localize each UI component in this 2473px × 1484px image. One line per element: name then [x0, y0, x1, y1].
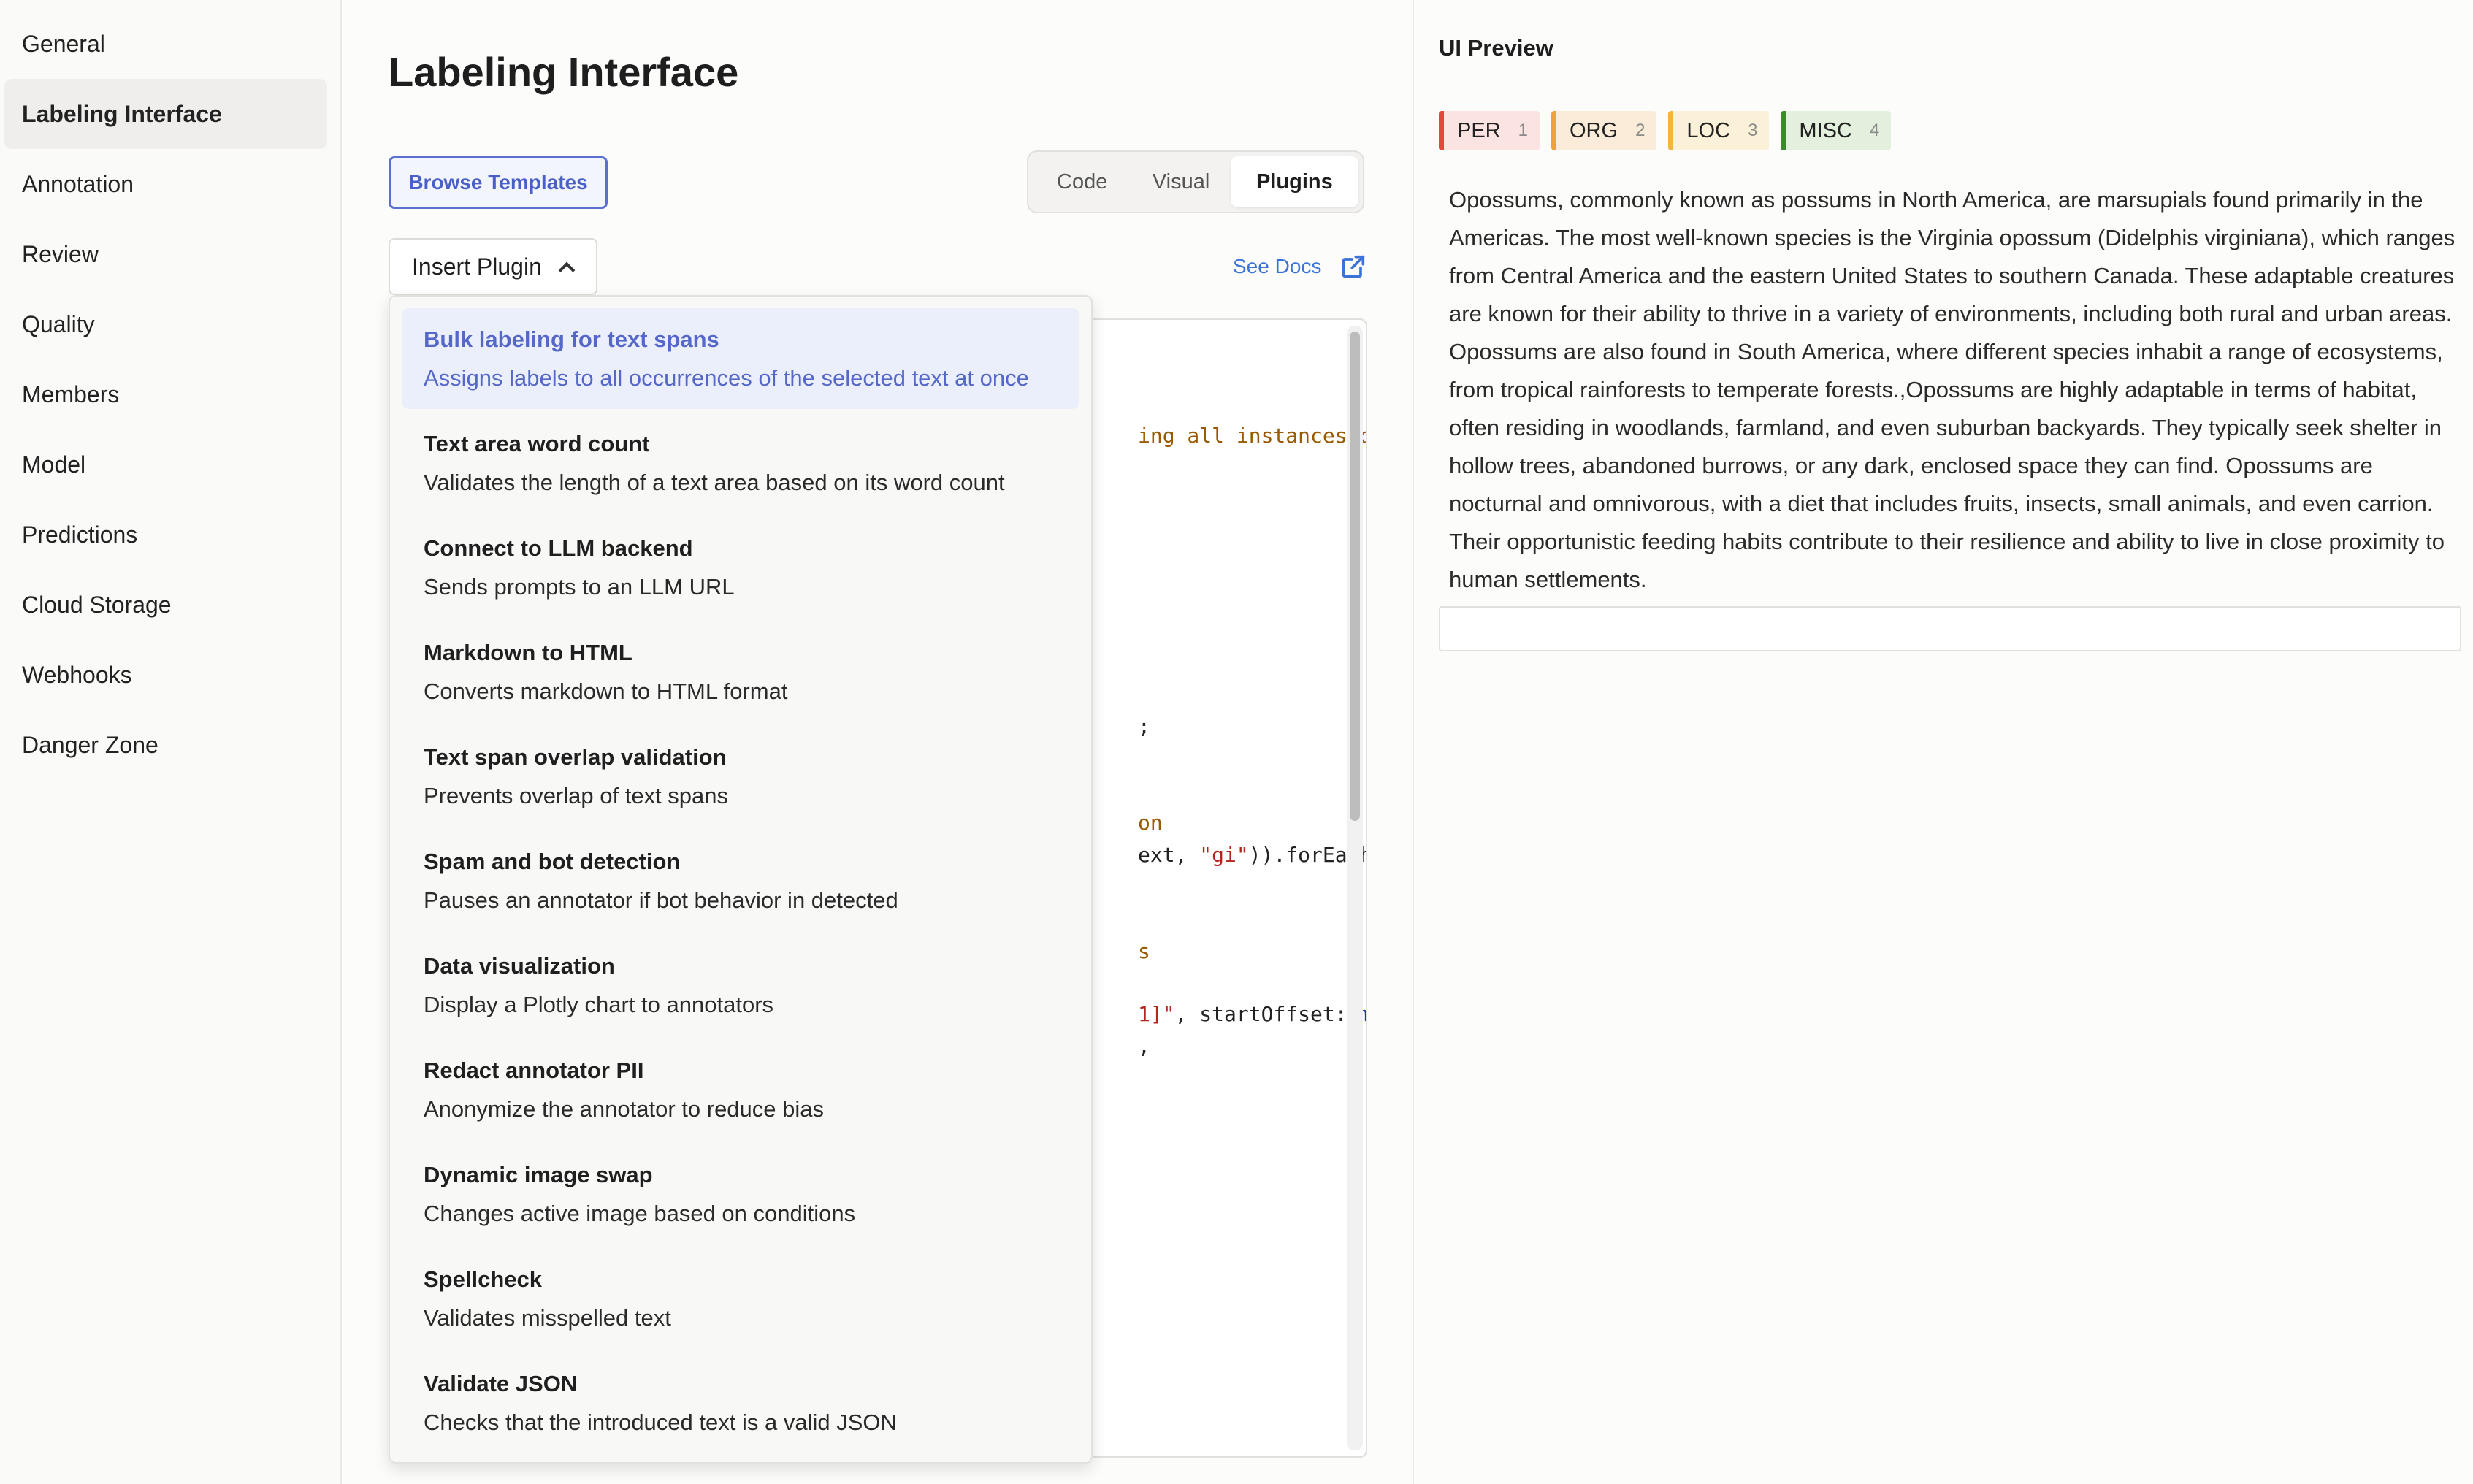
- code-line: ext, "gi")).forEach(: [1138, 843, 1366, 867]
- plugin-option-title: Spellcheck: [424, 1266, 542, 1292]
- tab-plugins[interactable]: Plugins: [1230, 156, 1358, 207]
- plugin-option-description: Checks that the introduced text is a val…: [424, 1410, 897, 1435]
- label-name: ORG: [1570, 119, 1618, 142]
- sidebar-item-general[interactable]: General: [4, 9, 327, 79]
- code-line: 1]", startOffset: m.: [1138, 1002, 1366, 1026]
- labeling-config-panel: Labeling Interface Browse Templates Code…: [343, 0, 1413, 1484]
- label-chip-loc[interactable]: LOC 3: [1668, 111, 1770, 150]
- sidebar-item-labeling-interface[interactable]: Labeling Interface: [4, 79, 327, 149]
- code-line: on: [1138, 811, 1163, 835]
- plugin-option-description: Changes active image based on conditions: [424, 1201, 856, 1226]
- plugin-option-span-overlap[interactable]: Text span overlap validation Prevents ov…: [402, 726, 1079, 827]
- ui-preview-panel: UI Preview PER 1 ORG 2 LOC 3 MISC 4 Opos…: [1413, 0, 2473, 1484]
- plugin-option-title: Connect to LLM backend: [424, 535, 693, 561]
- code-line: ;: [1138, 714, 1150, 738]
- editor-mode-tabs: Code Visual Plugins: [1027, 150, 1364, 213]
- plugin-option-description: Pauses an annotator if bot behavior in d…: [424, 887, 898, 913]
- plugin-option-image-swap[interactable]: Dynamic image swap Changes active image …: [402, 1144, 1079, 1244]
- plugin-option-description: Assigns labels to all occurrences of the…: [424, 365, 1029, 391]
- browse-templates-button[interactable]: Browse Templates: [389, 156, 608, 209]
- label-hotkey: 3: [1748, 121, 1758, 140]
- preview-title: UI Preview: [1439, 35, 1553, 61]
- label-name: LOC: [1686, 119, 1731, 142]
- plugin-option-spam-bot[interactable]: Spam and bot detection Pauses an annotat…: [402, 830, 1079, 931]
- code-token: 1]": [1138, 1002, 1175, 1026]
- plugin-option-redact-pii[interactable]: Redact annotator PII Anonymize the annot…: [402, 1039, 1079, 1140]
- sidebar-item-members[interactable]: Members: [4, 359, 327, 429]
- label-name: PER: [1457, 119, 1501, 142]
- plugin-option-description: Prevents overlap of text spans: [424, 783, 729, 808]
- plugin-option-description: Validates the length of a text area base…: [424, 470, 1005, 495]
- plugin-option-bulk-labeling[interactable]: Bulk labeling for text spans Assigns lab…: [402, 308, 1079, 409]
- editor-scrollbar[interactable]: [1347, 326, 1363, 1450]
- plugin-option-title: Dynamic image swap: [424, 1162, 653, 1187]
- code-line: ,: [1138, 1034, 1150, 1058]
- insert-plugin-menu: Bulk labeling for text spans Assigns lab…: [389, 295, 1093, 1464]
- plugin-option-title: Bulk labeling for text spans: [424, 326, 719, 352]
- plugin-option-title: Validate JSON: [424, 1371, 578, 1396]
- external-link-icon: [1342, 255, 1365, 278]
- label-chip-per[interactable]: PER 1: [1439, 111, 1540, 150]
- code-token: , startOffset:: [1174, 1002, 1360, 1026]
- label-hotkey: 4: [1869, 121, 1880, 140]
- plugin-option-title: Redact annotator PII: [424, 1057, 644, 1083]
- sidebar-item-webhooks[interactable]: Webhooks: [4, 640, 327, 710]
- settings-sidebar: General Labeling Interface Annotation Re…: [0, 0, 342, 1484]
- plugin-option-description: Validates misspelled text: [424, 1305, 671, 1331]
- plugin-option-markdown-html[interactable]: Markdown to HTML Converts markdown to HT…: [402, 621, 1079, 722]
- plugin-option-title: Text area word count: [424, 431, 650, 456]
- page-title: Labeling Interface: [389, 49, 739, 95]
- editor-scroll-thumb[interactable]: [1350, 332, 1360, 821]
- label-name: MISC: [1799, 119, 1852, 142]
- plugin-option-llm-backend[interactable]: Connect to LLM backend Sends prompts to …: [402, 517, 1079, 618]
- label-chip-org[interactable]: ORG 2: [1551, 111, 1657, 150]
- plugin-option-data-visualization[interactable]: Data visualization Display a Plotly char…: [402, 935, 1079, 1036]
- plugin-option-description: Sends prompts to an LLM URL: [424, 574, 735, 600]
- tab-code[interactable]: Code: [1033, 156, 1131, 207]
- preview-text[interactable]: Opossums, commonly known as possums in N…: [1449, 181, 2464, 599]
- sidebar-item-predictions[interactable]: Predictions: [4, 500, 327, 570]
- sidebar-item-quality[interactable]: Quality: [4, 289, 327, 359]
- code-line: ing all instances of: [1138, 424, 1367, 448]
- chevron-up-icon: [558, 261, 576, 279]
- plugin-option-title: Text span overlap validation: [424, 744, 727, 770]
- code-line: s: [1138, 939, 1150, 963]
- code-token: ext,: [1138, 843, 1200, 867]
- sidebar-item-cloud-storage[interactable]: Cloud Storage: [4, 570, 327, 640]
- plugin-option-word-count[interactable]: Text area word count Validates the lengt…: [402, 413, 1079, 513]
- see-docs-link[interactable]: See Docs: [1233, 252, 1368, 281]
- preview-text-input[interactable]: [1439, 606, 2461, 651]
- plugin-option-description: Converts markdown to HTML format: [424, 678, 788, 704]
- plugin-option-spellcheck[interactable]: Spellcheck Validates misspelled text: [402, 1248, 1079, 1349]
- insert-plugin-label: Insert Plugin: [412, 253, 542, 280]
- plugin-option-description: Anonymize the annotator to reduce bias: [424, 1096, 825, 1122]
- see-docs-label: See Docs: [1233, 255, 1322, 278]
- plugin-option-title: Data visualization: [424, 953, 615, 979]
- sidebar-item-review[interactable]: Review: [4, 219, 327, 289]
- label-chips: PER 1 ORG 2 LOC 3 MISC 4: [1439, 111, 1903, 150]
- sidebar-item-model[interactable]: Model: [4, 429, 327, 500]
- code-token: "gi": [1199, 843, 1249, 867]
- sidebar-item-danger-zone[interactable]: Danger Zone: [4, 710, 327, 780]
- plugin-option-title: Spam and bot detection: [424, 849, 681, 874]
- plugin-option-description: Display a Plotly chart to annotators: [424, 992, 774, 1017]
- label-chip-misc[interactable]: MISC 4: [1781, 111, 1892, 150]
- label-hotkey: 1: [1518, 121, 1528, 140]
- sidebar-item-annotation[interactable]: Annotation: [4, 149, 327, 219]
- label-hotkey: 2: [1635, 121, 1646, 140]
- plugin-option-validate-json[interactable]: Validate JSON Checks that the introduced…: [402, 1353, 1079, 1453]
- tab-visual[interactable]: Visual: [1131, 156, 1230, 207]
- plugin-option-title: Markdown to HTML: [424, 640, 632, 665]
- insert-plugin-button[interactable]: Insert Plugin: [389, 238, 597, 295]
